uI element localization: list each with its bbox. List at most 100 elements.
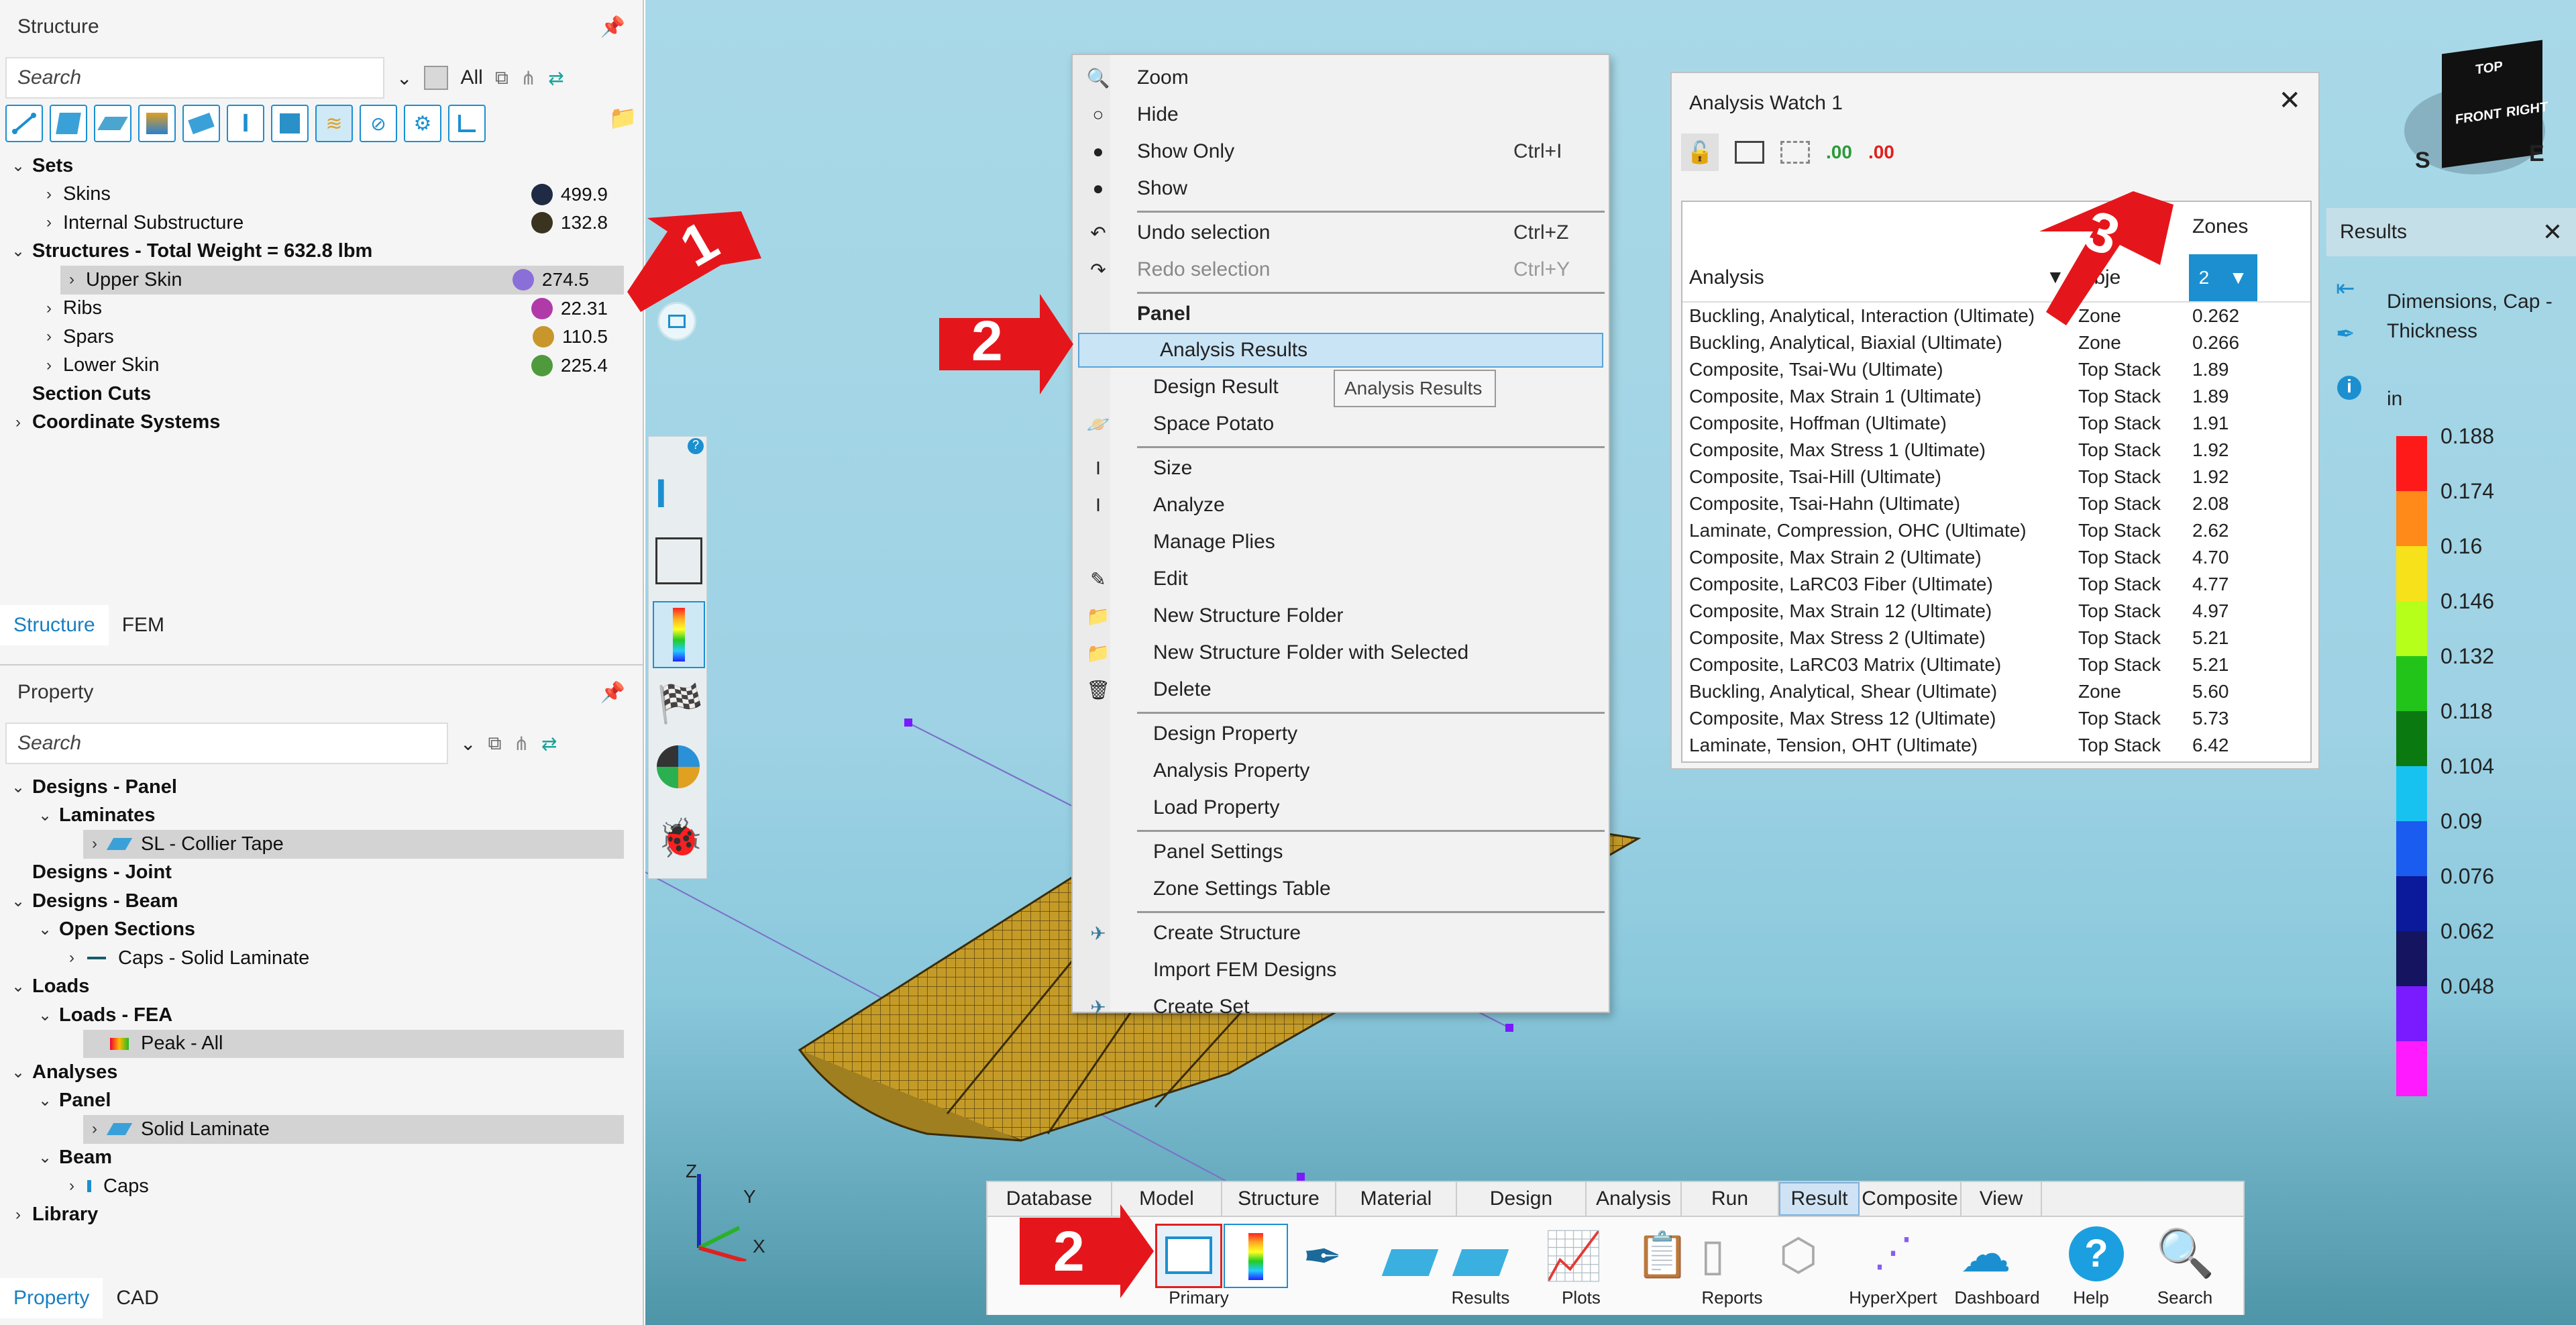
bug-icon[interactable]: 🐞	[657, 816, 704, 860]
legend-color-button[interactable]	[1224, 1224, 1288, 1288]
help-button[interactable]: ?	[2069, 1226, 2124, 1281]
tree-row[interactable]: ⌄ Beam	[0, 1144, 643, 1173]
dashboard-cloud-button[interactable]: ☁	[1960, 1224, 2011, 1283]
tree-row[interactable]: ⌄ Loads	[0, 973, 643, 1002]
node-tool-icon[interactable]	[5, 105, 43, 142]
sync-icon[interactable]: ⇄	[541, 733, 557, 755]
column-zones-header[interactable]: Zones	[2192, 215, 2248, 238]
table-row[interactable]: Laminate, Tension, OHT (Ultimate) Top Sta…	[1682, 732, 2310, 759]
menu-item[interactable]: ✈ Create Set	[1073, 990, 1609, 1024]
help-badge-icon[interactable]: ?	[688, 438, 704, 454]
expand-chevron-icon[interactable]: ›	[40, 356, 58, 375]
ribbon-tab[interactable]: Composite	[1860, 1182, 1962, 1216]
property-search-input[interactable]: Search	[5, 723, 448, 764]
ribbon-tab[interactable]: View	[1962, 1182, 2042, 1216]
hierarchy-icon[interactable]: ⋔	[513, 733, 529, 755]
menu-item[interactable]: ↷ Redo selection Ctrl+Y	[1073, 252, 1609, 287]
menu-item[interactable]: Manage Plies	[1073, 525, 1609, 560]
cube-tool-icon[interactable]	[271, 105, 309, 142]
tab-fem[interactable]: FEM	[109, 605, 178, 645]
coordinate-tool-icon[interactable]	[448, 105, 486, 142]
menu-item[interactable]: ✎ Edit	[1073, 562, 1609, 596]
table-row[interactable]: Buckling, Analytical, Shear (Ultimate) Zo…	[1682, 678, 2310, 705]
menu-item[interactable]: 🗑 Delete	[1073, 672, 1609, 707]
table-row[interactable]: Composite, LaRC03 Fiber (Ultimate) Top St…	[1682, 571, 2310, 598]
tree-row[interactable]: ⌄ Designs - Beam	[0, 887, 643, 916]
expand-chevron-icon[interactable]: ⌄	[9, 892, 27, 911]
table-row[interactable]: Composite, Max Strain 1 (Ultimate) Top St…	[1682, 383, 2310, 410]
menu-item[interactable]: 🪐 Space Potato	[1073, 407, 1609, 441]
column-analysis-header[interactable]: Analysis	[1689, 266, 1764, 289]
cube-filter-icon[interactable]	[424, 66, 449, 90]
primary-view-button[interactable]	[1155, 1224, 1222, 1288]
donut-chart-icon[interactable]	[657, 745, 700, 788]
section-cut-tool-icon[interactable]: ⊘	[360, 105, 397, 142]
menu-item[interactable]: Design Property	[1073, 717, 1609, 751]
expand-chevron-icon[interactable]: ›	[63, 270, 80, 289]
menu-item[interactable]: Analysis Property	[1073, 753, 1609, 788]
expand-chevron-icon[interactable]: ⌄	[36, 920, 54, 939]
table-row[interactable]: Laminate, Compression, OHC (Ultimate) Top…	[1682, 517, 2310, 544]
tree-row[interactable]: › SL - Collier Tape	[83, 830, 624, 859]
expand-chevron-icon[interactable]: ⌄	[9, 242, 27, 261]
table-row[interactable]: Buckling, Analytical, Interaction (Ultim…	[1682, 303, 2310, 329]
expand-chevron-icon[interactable]: ⌄	[9, 156, 27, 176]
ribbon-tab[interactable]: Run	[1682, 1182, 1779, 1216]
tree-row[interactable]: › Ribs 22.31	[0, 295, 643, 323]
copy-icon[interactable]: ⧉	[495, 67, 508, 89]
ribbon-tab[interactable]: Result	[1779, 1182, 1860, 1216]
table-row[interactable]: Composite, Max Strain 12 (Ultimate) Top S…	[1682, 598, 2310, 625]
tree-row[interactable]: ⌄ Sets	[0, 152, 643, 180]
hyperxpert-button[interactable]: ⋰	[1873, 1229, 1913, 1276]
report-part-button[interactable]: ▯	[1701, 1229, 1725, 1281]
tree-row[interactable]: › Spars 110.5	[0, 323, 643, 352]
expand-chevron-icon[interactable]: ›	[40, 327, 58, 346]
menu-item[interactable]: 📁 New Structure Folder with Selected	[1073, 635, 1609, 670]
expand-chevron-icon[interactable]: ⌄	[36, 1006, 54, 1025]
results-table-button[interactable]	[1381, 1229, 1447, 1283]
structure-search-input[interactable]: Search	[5, 57, 384, 99]
tree-row[interactable]: › Upper Skin 274.5	[60, 266, 624, 295]
info-icon[interactable]: i	[2337, 376, 2361, 400]
expand-chevron-icon[interactable]: ⌄	[9, 1063, 27, 1082]
tree-row[interactable]: ⌄ Laminates	[0, 802, 643, 831]
ribbon-tab[interactable]: Material	[1336, 1182, 1457, 1216]
cube-right-label[interactable]: RIGHT	[2506, 99, 2548, 121]
tree-row[interactable]: › Lower Skin 225.4	[0, 352, 643, 380]
ribbon-tab[interactable]: Structure	[1222, 1182, 1336, 1216]
menu-item[interactable]: Panel Settings	[1073, 835, 1609, 869]
decrease-decimals-icon[interactable]: .00	[1868, 142, 1894, 163]
menu-item[interactable]: 🔍 Zoom	[1073, 60, 1609, 95]
expand-chevron-icon[interactable]: ›	[40, 213, 58, 232]
results-check-button[interactable]	[1452, 1229, 1517, 1283]
layers-tool-icon[interactable]: ≋	[315, 105, 353, 142]
cube-front-label[interactable]: FRONT	[2455, 106, 2502, 128]
expand-chevron-icon[interactable]: ›	[40, 185, 58, 204]
gear-tool-icon[interactable]: ⚙	[404, 105, 441, 142]
viewer-glasses-icon[interactable]	[655, 537, 702, 584]
close-icon[interactable]: ✕	[2542, 218, 2563, 246]
lock-icon[interactable]: 🔓	[1681, 134, 1719, 171]
report-clipboard-button[interactable]: 📋	[1635, 1229, 1690, 1281]
tree-row[interactable]: ⌄ Open Sections	[0, 916, 643, 945]
tree-row[interactable]: ⌄ Panel	[0, 1087, 643, 1116]
menu-item[interactable]: ○ Hide	[1073, 97, 1609, 132]
expand-chevron-icon[interactable]: ›	[63, 949, 80, 967]
tree-row[interactable]: › Caps - Solid Laminate	[0, 944, 643, 973]
sync-icon[interactable]: ⇄	[548, 67, 564, 89]
table-row[interactable]: Composite, Tsai-Hill (Ultimate) Top Stack…	[1682, 464, 2310, 490]
menu-item[interactable]: Analysis Results	[1078, 333, 1603, 368]
plots-chart-button[interactable]: 📈	[1544, 1229, 1603, 1284]
menu-item[interactable]: I Analyze	[1073, 488, 1609, 523]
increase-decimals-icon[interactable]: .00	[1826, 142, 1852, 163]
menu-item[interactable]: 📁 New Structure Folder	[1073, 598, 1609, 633]
stack-tool-icon[interactable]	[138, 105, 176, 142]
view-cube[interactable]: TOP FRONT RIGHT S E	[2402, 40, 2549, 181]
expand-chevron-icon[interactable]: ›	[9, 1206, 27, 1224]
table-row[interactable]: Composite, LaRC03 Matrix (Ultimate) Top S…	[1682, 651, 2310, 678]
plate-tool-icon[interactable]	[94, 105, 131, 142]
tree-row[interactable]: › Library	[0, 1201, 643, 1230]
all-filter-label[interactable]: All	[460, 66, 482, 89]
menu-item[interactable]: Load Property	[1073, 790, 1609, 825]
tree-row[interactable]: ⌄ Structures - Total Weight = 632.8 lbm	[0, 237, 643, 266]
